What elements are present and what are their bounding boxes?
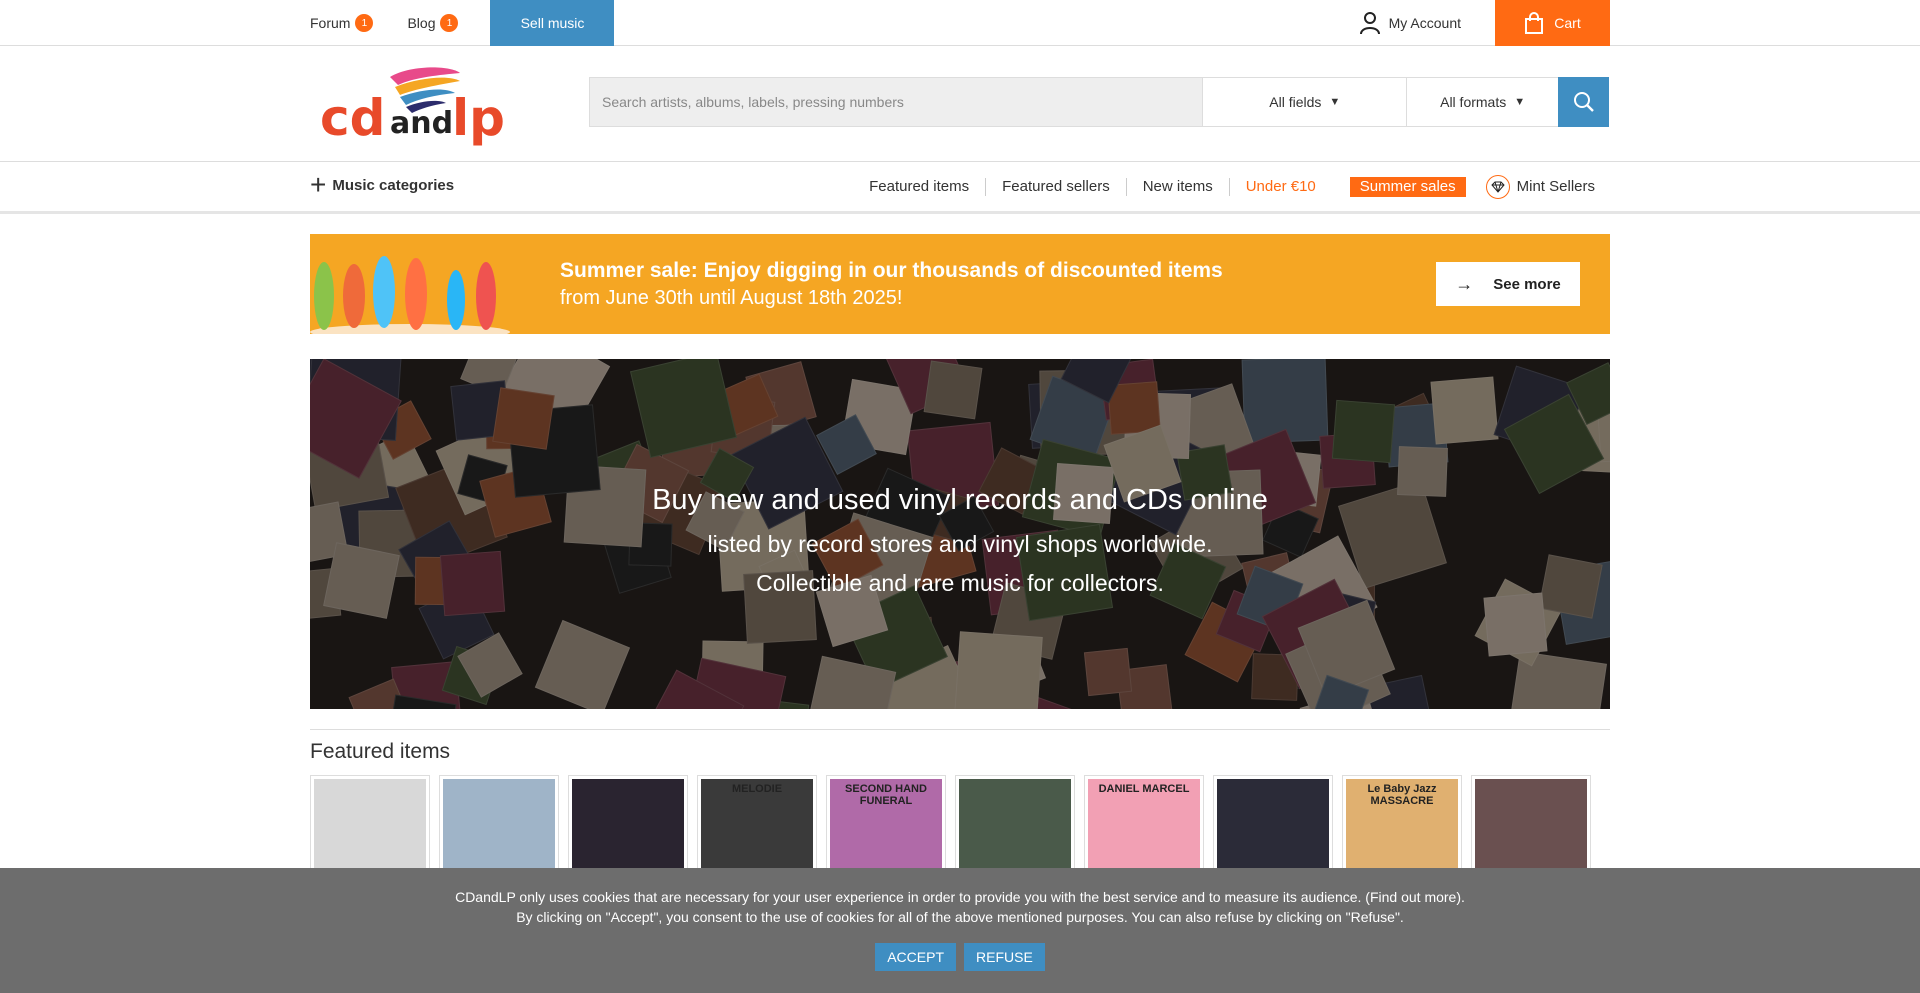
cookie-text-1: CDandLP only uses cookies that are neces… — [455, 889, 1465, 905]
see-more-label: See more — [1493, 275, 1561, 293]
hero-subtitle-2: Collectible and rare music for collector… — [756, 570, 1164, 596]
album-cover-text: SECOND HAND FUNERAL — [845, 783, 927, 807]
diamond-icon — [1485, 174, 1510, 199]
hero-banner: Buy new and used vinyl records and CDs o… — [310, 359, 1610, 709]
forum-link[interactable]: Forum 1 — [310, 14, 374, 32]
nav-featured-items[interactable]: Featured items — [853, 177, 987, 196]
forum-badge: 1 — [355, 14, 374, 32]
nav-mint-sellers[interactable]: Mint Sellers — [1485, 174, 1595, 199]
forum-label: Forum — [310, 15, 351, 31]
user-icon — [1359, 12, 1380, 35]
summer-sale-banner[interactable]: Summer sale: Enjoy digging in our thousa… — [310, 234, 1610, 334]
nav-summer-sales[interactable]: Summer sales — [1349, 176, 1466, 197]
blog-badge: 1 — [440, 14, 459, 32]
hero-title: Buy new and used vinyl records and CDs o… — [652, 484, 1268, 516]
hero-subtitle: listed by record stores and vinyl shops … — [707, 531, 1213, 557]
album-cover-text: Le Baby Jazz MASSACRE — [1367, 783, 1437, 807]
album-cover-text: MELODIE — [731, 783, 783, 795]
sale-subtitle: from June 30th until August 18th 2025! — [560, 287, 903, 309]
formats-select[interactable]: All formats ▼ — [1406, 78, 1559, 126]
search-input[interactable] — [590, 78, 1203, 126]
fields-select[interactable]: All fields ▼ — [1202, 78, 1407, 126]
section-divider — [310, 729, 1610, 730]
svg-text:lp: lp — [452, 89, 505, 147]
refuse-cookies-button[interactable]: REFUSE — [964, 943, 1045, 971]
nav-under-10[interactable]: Under €10 — [1230, 178, 1332, 196]
top-bar: Forum 1 Blog 1 Sell music My Account Car… — [0, 0, 1920, 46]
cart-label: Cart — [1554, 15, 1581, 31]
dropdown-arrow-icon: ▼ — [1514, 96, 1526, 108]
my-account-label: My Account — [1388, 15, 1461, 31]
dropdown-arrow-icon: ▼ — [1329, 96, 1341, 108]
my-account-link[interactable]: My Account — [1359, 11, 1461, 35]
cart-button[interactable]: Cart — [1495, 0, 1610, 46]
sale-title: Summer sale: Enjoy digging in our thousa… — [560, 259, 1223, 282]
blog-link[interactable]: Blog 1 — [407, 14, 459, 32]
sell-music-button[interactable]: Sell music — [490, 0, 615, 46]
album-cover-text: DANIEL MARCEL — [1098, 783, 1190, 795]
shopping-bag-icon — [1525, 12, 1544, 34]
nav-featured-sellers[interactable]: Featured sellers — [986, 177, 1127, 196]
search-button[interactable] — [1558, 77, 1609, 127]
main-nav: + Music categories Featured items Featur… — [0, 162, 1920, 214]
cookie-text-2: By clicking on "Accept", you consent to … — [516, 909, 1404, 925]
fields-select-value: All fields — [1269, 94, 1322, 110]
svg-text:and: and — [390, 106, 453, 141]
blog-label: Blog — [407, 15, 436, 31]
search-bar: All fields ▼ All formats ▼ — [589, 77, 1609, 127]
arrow-right-icon: → — [1455, 273, 1474, 294]
featured-items-title: Featured items — [310, 740, 451, 763]
search-icon — [1573, 92, 1594, 112]
svg-text:cd: cd — [320, 89, 385, 147]
plus-icon: + — [310, 169, 327, 200]
formats-select-value: All formats — [1440, 94, 1507, 110]
nav-new-items[interactable]: New items — [1127, 177, 1230, 196]
site-logo[interactable]: cd and lp — [320, 63, 525, 149]
header: cd and lp All fields ▼ All formats ▼ — [0, 46, 1920, 162]
music-categories-label: Music categories — [332, 176, 455, 194]
accept-cookies-button[interactable]: ACCEPT — [875, 943, 956, 971]
cookie-banner: CDandLP only uses cookies that are neces… — [0, 868, 1920, 993]
music-categories-button[interactable]: + Music categories — [310, 169, 455, 200]
mint-sellers-label: Mint Sellers — [1516, 178, 1595, 195]
see-more-button[interactable]: → See more — [1436, 262, 1580, 306]
surfboards-illustration — [310, 256, 510, 334]
